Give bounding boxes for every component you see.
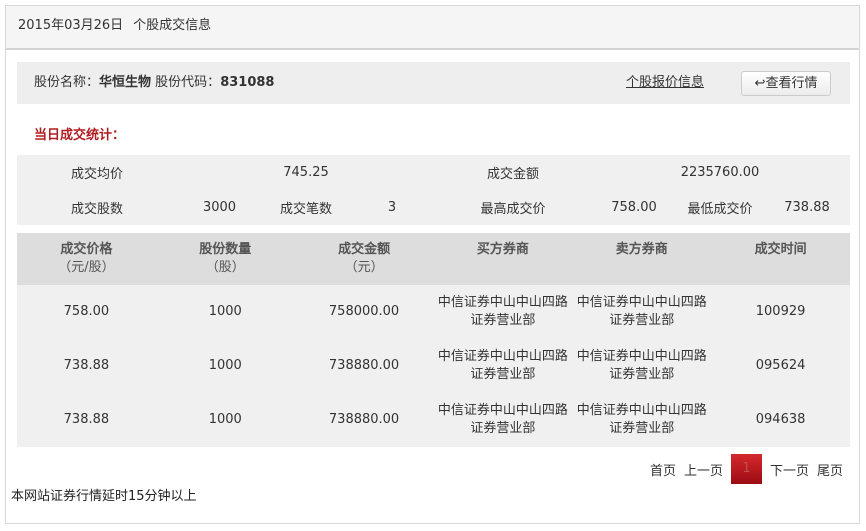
daily-stats-title: 当日成交统计： — [34, 128, 126, 143]
table-row: 738.88 1000 738880.00 中信证券中山中山四路证券营业部 中信证券中山… — [17, 393, 850, 447]
stock-info-bar: 股份名称：华恒生物 股份代码：831088 个股报价信息 ↩查看行情 — [17, 62, 850, 104]
column-title: 成交价格 — [60, 242, 113, 257]
table-row: 758.00 1000 758000.00 中信证券中山中山四路证券营业部 中信证券中山… — [17, 285, 850, 339]
count-label: 成交笔数 — [279, 202, 332, 217]
prev-page-link[interactable]: 上一页 — [684, 460, 723, 479]
column-unit: （股） — [205, 260, 245, 275]
column-header: 成交金额 （元） — [294, 233, 434, 285]
table-cell: 095624 — [711, 339, 850, 393]
table-cell: 738880.00 — [294, 393, 434, 447]
panel-header: 2015年03月26日 个股成交信息 — [6, 6, 859, 50]
high-label: 最高成交价 — [480, 202, 546, 217]
column-header: 成交时间 — [711, 233, 850, 285]
trade-info-panel: 2015年03月26日 个股成交信息 股份名称：华恒生物 股份代码：831088 … — [5, 5, 860, 524]
header-date: 2015年03月26日 — [18, 18, 124, 33]
daily-stats-table: 成交均价 745.25 成交金额 2235760.00 成交股数 3000 成交… — [17, 155, 850, 225]
table-cell: 中信证券中山中山四路证券营业部 — [433, 339, 573, 393]
column-header: 买方券商 — [433, 233, 573, 285]
pagination: 首页 上一页 1 下一页 尾页 — [650, 454, 843, 484]
high: 758.00 — [611, 200, 657, 215]
table-row: 738.88 1000 738880.00 中信证券中山中山四路证券营业部 中信证券中山… — [17, 339, 850, 393]
trades-table: 成交价格 （元/股） 股份数量 （股） 成交金额 （元） 买方券商 卖方券商 成交时间 758.… — [17, 233, 850, 447]
view-quotes-label: 查看行情 — [765, 76, 818, 91]
table-cell: 738.88 — [17, 339, 156, 393]
page-title: 个股成交信息 — [133, 18, 212, 33]
first-page-link[interactable]: 首页 — [650, 460, 676, 479]
column-title: 买方券商 — [476, 242, 529, 257]
last-page-link[interactable]: 尾页 — [817, 460, 843, 479]
stock-code-label: 股份代码： — [155, 75, 221, 90]
stock-name-label: 股份名称： — [34, 75, 100, 90]
column-title: 股份数量 — [199, 242, 252, 257]
volume: 3000 — [202, 200, 237, 215]
column-title: 卖方券商 — [615, 242, 668, 257]
amount-label: 成交金额 — [486, 167, 539, 182]
amount: 2235760.00 — [680, 165, 760, 180]
column-header: 股份数量 （股） — [155, 233, 295, 285]
column-header: 卖方券商 — [572, 233, 712, 285]
avg-price-label: 成交均价 — [70, 167, 123, 182]
low-label: 最低成交价 — [687, 202, 753, 217]
table-cell: 中信证券中山中山四路证券营业部 — [572, 393, 712, 447]
current-page[interactable]: 1 — [730, 454, 762, 484]
table-cell: 中信证券中山中山四路证券营业部 — [572, 339, 712, 393]
view-quotes-button[interactable]: ↩查看行情 — [741, 71, 831, 96]
column-unit: （元/股） — [58, 260, 115, 275]
column-header: 成交价格 （元/股） — [17, 233, 156, 285]
next-page-link[interactable]: 下一页 — [770, 460, 809, 479]
column-title: 成交金额 — [338, 242, 391, 257]
stock-code: 831088 — [220, 75, 275, 90]
volume-label: 成交股数 — [70, 202, 123, 217]
table-cell: 738.88 — [17, 393, 156, 447]
column-title: 成交时间 — [754, 242, 807, 257]
stock-quote-link[interactable]: 个股报价信息 — [626, 62, 704, 104]
table-cell: 758000.00 — [294, 285, 434, 339]
return-arrow-icon: ↩ — [754, 76, 766, 91]
low: 738.88 — [784, 200, 830, 215]
table-cell: 1000 — [155, 393, 295, 447]
table-cell: 758.00 — [17, 285, 156, 339]
delay-notice: 本网站证券行情延时15分钟以上 — [11, 489, 197, 504]
table-cell: 094638 — [711, 393, 850, 447]
avg-price: 745.25 — [283, 165, 329, 180]
table-cell: 中信证券中山中山四路证券营业部 — [572, 285, 712, 339]
count: 3 — [387, 200, 397, 215]
table-cell: 1000 — [155, 285, 295, 339]
table-cell: 1000 — [155, 339, 295, 393]
column-unit: （元） — [344, 260, 384, 275]
table-cell: 100929 — [711, 285, 850, 339]
table-cell: 中信证券中山中山四路证券营业部 — [433, 285, 573, 339]
table-cell: 中信证券中山中山四路证券营业部 — [433, 393, 573, 447]
stock-name: 华恒生物 — [99, 75, 152, 90]
table-cell: 738880.00 — [294, 339, 434, 393]
